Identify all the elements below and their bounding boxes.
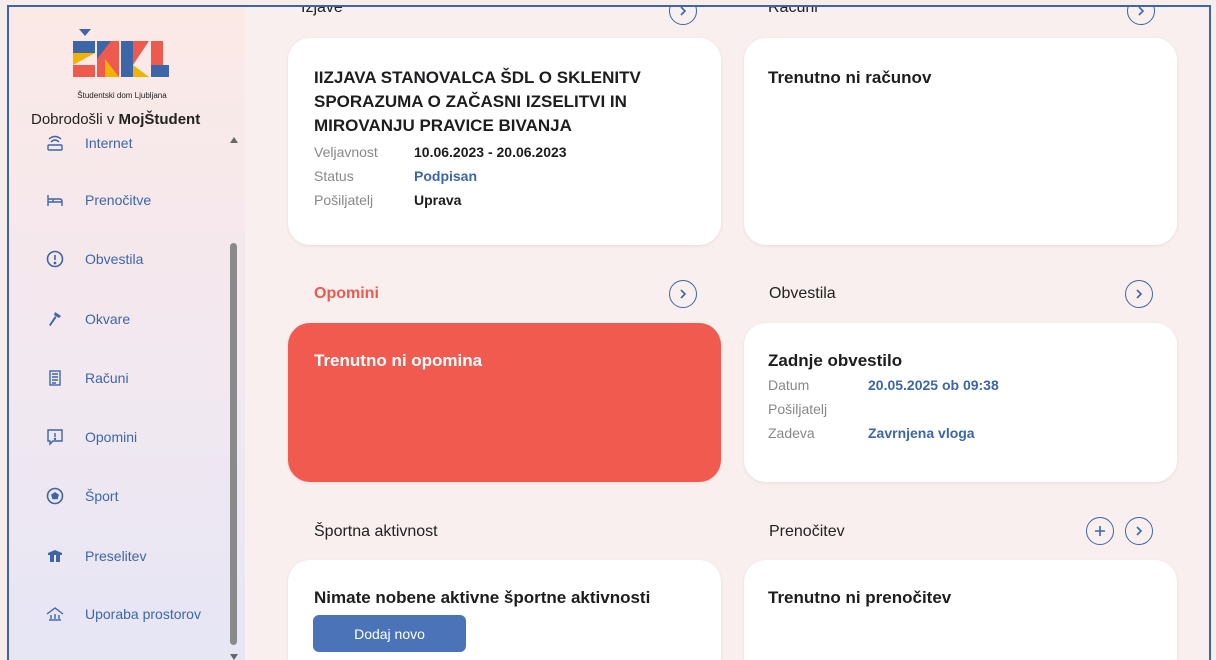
obvestila-card[interactable]: Zadnje obvestilo Datum 20.05.2025 ob 09:… [744,323,1177,482]
prenocitev-card[interactable]: Trenutno ni prenočitev [744,560,1177,660]
box-icon [45,546,65,566]
izjava-field-posiljatelj: Pošiljatelj Uprava [314,192,462,208]
sidebar-item-label: Internet [85,135,133,151]
racuni-card[interactable]: Trenutno ni računov [744,38,1177,245]
notice-field-posiljatelj: Pošiljatelj [768,401,828,417]
sidebar: Študentski dom Ljubljana Dobrodošli v Mo… [9,7,245,660]
racuni-open-button[interactable] [1127,7,1155,25]
scroll-up-arrow-icon[interactable] [230,137,238,143]
sidebar-item-label: Računi [85,370,129,386]
sidebar-item-okvare[interactable]: Okvare [45,305,130,333]
opomini-empty-text: Trenutno ni opomina [314,351,483,370]
sidebar-item-internet[interactable]: Internet [45,129,132,157]
ball-icon [45,486,65,506]
notice-field-zadeva: Zadeva Zavrnjena vloga [768,425,975,441]
prenocitev-add-button[interactable] [1086,517,1114,545]
section-title-racuni: Računi [768,5,818,16]
sport-empty-text: Nimate nobene aktivne športne aktivnosti [314,588,651,607]
chevron-right-icon [680,289,687,299]
brand-name: MojŠtudent [118,111,201,128]
izjava-title: IIZJAVA STANOVALCA ŠDL O SKLENITV SPORAZ… [314,68,641,135]
receipt-icon [45,368,65,388]
bed-icon [45,190,65,210]
sdl-logo [73,29,169,77]
sidebar-item-opomini[interactable]: Opomini [45,423,137,451]
chevron-right-icon [1136,526,1143,536]
section-title-sport: Športna aktivnost [314,523,438,540]
sidebar-item-label: Preselitev [85,548,147,564]
plus-icon [1095,526,1105,536]
prenocitev-open-button[interactable] [1125,517,1153,545]
sidebar-item-uporaba-prostorov[interactable]: Uporaba prostorov [45,600,201,628]
obvestila-open-button[interactable] [1125,280,1153,308]
opomini-card[interactable]: Trenutno ni opomina [288,323,721,482]
router-icon [45,133,65,153]
izjave-open-button[interactable] [669,7,697,25]
sidebar-item-label: Šport [85,488,119,504]
sidebar-item-racuni[interactable]: Računi [45,364,129,392]
notice-field-datum: Datum 20.05.2025 ob 09:38 [768,377,999,393]
section-title-prenocitev: Prenočitev [769,523,845,540]
chevron-right-icon [1138,7,1145,16]
chevron-right-icon [680,7,687,16]
app-window: Študentski dom Ljubljana Dobrodošli v Mo… [7,5,1211,660]
prenocitev-empty-text: Trenutno ni prenočitev [768,588,952,607]
sidebar-item-label: Prenočitve [85,192,152,208]
sidebar-item-obvestila[interactable]: Obvestila [45,245,143,273]
sidebar-item-sport[interactable]: Šport [45,482,118,510]
status-badge: Podpisan [414,168,478,184]
sidebar-scrollbar[interactable] [228,133,240,660]
scroll-down-arrow-icon[interactable] [230,654,238,660]
opomini-open-button[interactable] [669,280,697,308]
izjava-field-veljavnost: Veljavnost 10.06.2023 - 20.06.2023 [314,144,567,160]
latest-notice-title: Zadnje obvestilo [768,351,903,370]
section-title-opomini: Opomini [314,285,379,302]
sidebar-item-label: Uporaba prostorov [85,606,201,622]
building-icon [45,604,65,624]
sidebar-item-preselitev[interactable]: Preselitev [45,542,146,570]
hammer-icon [45,309,65,329]
chevron-right-icon [1136,289,1143,299]
sidebar-item-label: Okvare [85,311,131,327]
section-title-obvestila: Obvestila [769,285,836,302]
section-title-izjave: Izjave [301,5,343,16]
add-new-sport-button[interactable]: Dodaj novo [313,615,466,652]
sidebar-item-label: Obvestila [85,251,144,267]
racuni-empty-text: Trenutno ni računov [768,68,932,87]
izjava-field-status: Status Podpisan [314,168,478,184]
scroll-thumb[interactable] [230,243,237,645]
izjave-card[interactable]: IIZJAVA STANOVALCA ŠDL O SKLENITV SPORAZ… [288,38,721,245]
sidebar-item-label: Opomini [85,429,138,445]
sidebar-item-prenocitve[interactable]: Prenočitve [45,186,151,214]
welcome-text: Dobrodošli v MojŠtudent [31,111,201,128]
alert-circle-icon [45,249,65,269]
logo-caption: Študentski dom Ljubljana [77,91,167,100]
warning-message-icon [45,427,65,447]
